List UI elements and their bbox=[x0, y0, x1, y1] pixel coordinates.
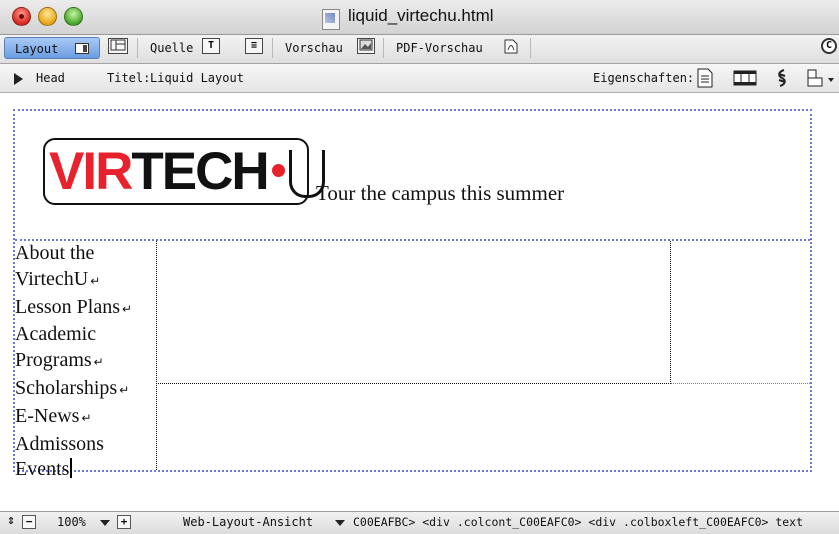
preview-icon[interactable] bbox=[357, 38, 375, 54]
layout-canvas[interactable]: VIRTECH Tour the campus this summer Abou… bbox=[0, 93, 839, 511]
nav-text-block[interactable]: About the VirtechU ↵ Lesson Plans ↵ Academic P… bbox=[15, 241, 132, 483]
nav-line[interactable]: E-News ↵ bbox=[15, 404, 132, 432]
shapes-icon[interactable] bbox=[806, 68, 836, 88]
line-break-icon: ↵ bbox=[122, 301, 133, 316]
nav-line[interactable]: Academic bbox=[15, 322, 132, 348]
right-column[interactable] bbox=[671, 241, 810, 384]
tab-vorschau[interactable]: Vorschau bbox=[285, 37, 343, 59]
frame-icon[interactable] bbox=[108, 38, 128, 54]
title-bar: liquid_virtechu.html bbox=[0, 0, 839, 35]
nav-line[interactable]: Events bbox=[15, 457, 132, 483]
nav-line-text: Admissons bbox=[15, 432, 104, 455]
properties-label: Eigenschaften: bbox=[593, 71, 695, 85]
nav-line[interactable]: Programs ↵ bbox=[15, 348, 132, 376]
line-break-icon: ↵ bbox=[90, 273, 101, 288]
link-icon[interactable] bbox=[773, 68, 791, 88]
title-value[interactable]: Liquid Layout bbox=[150, 71, 244, 85]
disclosure-triangle-icon[interactable] bbox=[14, 73, 23, 85]
line-break-icon: ↵ bbox=[119, 382, 130, 397]
align-icon[interactable]: ≡ bbox=[245, 38, 263, 54]
nav-line[interactable]: Lesson Plans ↵ bbox=[15, 295, 132, 323]
zoom-dropdown-icon[interactable] bbox=[100, 520, 110, 526]
status-bar: ⇕ − 100% + Web-Layout-Ansicht C00EAFBC> … bbox=[0, 511, 839, 534]
nav-line[interactable]: Admissons bbox=[15, 432, 132, 458]
nav-line-text: Lesson Plans bbox=[15, 295, 120, 318]
close-icon[interactable] bbox=[12, 7, 31, 26]
zoom-value[interactable]: 100% bbox=[57, 515, 86, 529]
header-region[interactable]: VIRTECH Tour the campus this summer bbox=[15, 111, 810, 241]
view-mode-dropdown-icon[interactable] bbox=[335, 520, 345, 526]
head-bar: Head Titel: Liquid Layout Eigenschaften: bbox=[0, 64, 839, 93]
tab-layout[interactable]: Layout bbox=[4, 37, 100, 59]
film-icon[interactable] bbox=[733, 68, 757, 88]
logo-dot bbox=[271, 163, 285, 177]
tab-pdf-vorschau[interactable]: PDF-Vorschau bbox=[396, 37, 483, 59]
nav-line-text: Programs bbox=[15, 349, 92, 372]
nav-line[interactable]: VirtechU ↵ bbox=[15, 267, 132, 295]
view-mode-select[interactable]: Web-Layout-Ansicht bbox=[183, 515, 313, 529]
tab-layout-label: Layout bbox=[15, 42, 59, 56]
nav-line[interactable]: Scholarships ↵ bbox=[15, 376, 132, 404]
line-break-icon: ↵ bbox=[93, 355, 104, 370]
window-title: liquid_virtechu.html bbox=[348, 6, 494, 25]
document-icon bbox=[322, 9, 340, 30]
nav-line-text: Scholarships bbox=[15, 376, 118, 399]
nav-line-text: VirtechU bbox=[15, 267, 89, 290]
pdf-icon[interactable] bbox=[502, 38, 520, 54]
nav-line-text: E-News bbox=[15, 404, 80, 427]
toolbar-separator bbox=[272, 38, 273, 58]
zoom-in-button[interactable]: + bbox=[117, 515, 131, 529]
tagline: Tour the campus this summer bbox=[316, 181, 565, 205]
page-props-icon[interactable] bbox=[696, 68, 714, 88]
zoom-icon[interactable] bbox=[64, 7, 83, 26]
center-column[interactable] bbox=[158, 241, 671, 384]
line-break-icon: ↵ bbox=[81, 410, 92, 425]
virtech-u-logo: VIRTECH bbox=[43, 138, 325, 205]
toolbar-separator bbox=[530, 38, 531, 58]
title-label: Titel: bbox=[107, 71, 151, 85]
logo-text-red: VIR bbox=[49, 142, 133, 201]
zoom-out-button[interactable]: − bbox=[22, 515, 36, 529]
toolbar-separator bbox=[383, 38, 384, 58]
stepper-icon[interactable]: ⇕ bbox=[4, 514, 18, 529]
nav-line-text: About the bbox=[15, 242, 95, 264]
text-cursor bbox=[70, 458, 73, 479]
nav-line[interactable]: About the bbox=[15, 241, 132, 267]
nav-line-text: Academic bbox=[15, 323, 97, 346]
nav-line-text: Events bbox=[15, 458, 70, 481]
head-label[interactable]: Head bbox=[36, 71, 65, 85]
page-container[interactable]: VIRTECH Tour the campus this summer Abou… bbox=[13, 109, 812, 480]
tab-quelle[interactable]: Quelle bbox=[150, 37, 193, 59]
toolbar-separator bbox=[137, 38, 138, 58]
logo-text-black: TECH bbox=[131, 142, 269, 201]
view-tab-bar: Layout Quelle T ≡ Vorschau PDF-Vorschau … bbox=[0, 35, 839, 64]
left-column[interactable]: About the VirtechU ↵ Lesson Plans ↵ Academic P… bbox=[15, 241, 157, 480]
minimize-icon[interactable] bbox=[38, 7, 57, 26]
text-icon[interactable]: T bbox=[202, 38, 220, 54]
refresh-icon[interactable]: C bbox=[821, 38, 837, 54]
layout-icon bbox=[75, 43, 89, 54]
tag-breadcrumb[interactable]: C00EAFBC> <div .colcont_C00EAFC0> <div .… bbox=[353, 515, 803, 529]
